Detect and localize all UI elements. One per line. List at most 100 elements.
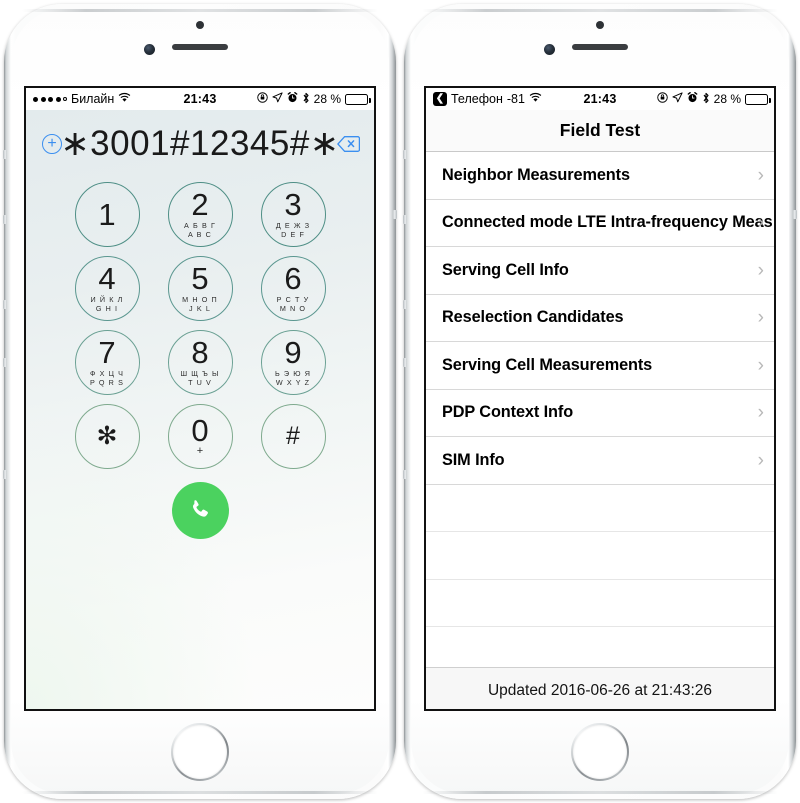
volume-down-button[interactable] — [403, 300, 407, 309]
key-digit: # — [286, 422, 300, 450]
chevron-right-icon: › — [757, 164, 764, 186]
battery-icon — [745, 93, 771, 105]
list-item-pdp-context-info[interactable]: PDP Context Info › — [426, 389, 774, 437]
battery-icon — [345, 93, 371, 105]
list-item-reselection-candidates[interactable]: Reselection Candidates › — [426, 294, 774, 342]
list-item-connected-mode-lte[interactable]: Connected mode LTE Intra-frequency Meas … — [426, 199, 774, 247]
location-arrow-icon — [272, 92, 283, 106]
key-8[interactable]: 8 Ш Щ Ъ Ы T U V — [167, 330, 233, 395]
key-5[interactable]: 5 М Н О П J K L — [167, 256, 233, 321]
status-bar-right: ❮ Телефон -81 21:43 28 % — [426, 88, 774, 110]
key-0[interactable]: 0 + — [167, 404, 233, 469]
list-item-label: Serving Cell Measurements — [442, 355, 653, 374]
number-field[interactable]: + ∗3001#12345#∗ — [26, 110, 374, 178]
volume-down-button[interactable] — [3, 300, 7, 309]
list-item-sim-info[interactable]: SIM Info › — [426, 437, 774, 485]
key-2[interactable]: 2 А Б В Г A B C — [167, 182, 233, 247]
chevron-right-icon: › — [757, 354, 764, 376]
sim-tray-left — [3, 358, 7, 367]
key-letters: Д Е Ж З D E F — [276, 221, 310, 239]
key-3[interactable]: 3 Д Е Ж З D E F — [260, 182, 326, 247]
list-item-neighbor-measurements[interactable]: Neighbor Measurements › — [426, 152, 774, 200]
status-bar-right-group: 28 % — [656, 91, 771, 107]
field-test-list: Neighbor Measurements › Connected mode L… — [426, 152, 774, 709]
key-star[interactable]: ✻ — [74, 404, 140, 469]
key-letters-latin: W X Y Z — [275, 377, 311, 387]
empty-row — [426, 485, 774, 532]
battery-percent-label: 28 % — [713, 92, 741, 106]
key-letters-cyrillic: Ш Щ Ъ Ы — [180, 368, 220, 378]
phone-handset-icon — [192, 500, 208, 517]
power-button[interactable] — [393, 210, 397, 219]
phone-right-bottom-edge — [422, 791, 778, 794]
silent-switch[interactable] — [3, 150, 7, 159]
key-hash[interactable]: # — [260, 404, 326, 469]
phone-right-screen: ❮ Телефон -81 21:43 28 % Field Test Neig… — [424, 86, 776, 711]
home-button[interactable] — [571, 723, 629, 781]
silent-switch[interactable] — [403, 150, 407, 159]
key-7[interactable]: 7 Ф Х Ц Ч P Q R S — [74, 330, 140, 395]
backspace-delete-icon[interactable] — [337, 136, 361, 153]
key-letters-latin: P Q R S — [90, 377, 124, 387]
earpiece-speaker — [572, 44, 628, 50]
key-digit: 6 — [284, 261, 302, 297]
phone-left-top-edge — [22, 9, 378, 12]
key-letters-latin: M N O — [279, 303, 307, 313]
chevron-right-icon: › — [757, 307, 764, 329]
call-button[interactable] — [171, 482, 229, 539]
phone-right-top-edge — [422, 9, 778, 12]
volume-up-button[interactable] — [403, 215, 407, 224]
call-row — [171, 482, 229, 539]
list-item-serving-cell-info[interactable]: Serving Cell Info › — [426, 247, 774, 295]
key-digit: 0 — [191, 412, 209, 448]
list-item-label: Reselection Candidates — [442, 308, 624, 327]
power-button[interactable] — [793, 210, 797, 219]
key-letters: Ь Э Ю Я W X Y Z — [275, 369, 311, 387]
front-camera-icon — [544, 44, 555, 55]
key-9[interactable]: 9 Ь Э Ю Я W X Y Z — [260, 330, 326, 395]
rotation-lock-icon — [256, 92, 268, 106]
chevron-right-icon: › — [757, 449, 764, 471]
dialed-number: ∗3001#12345#∗ — [60, 124, 340, 163]
page-title: Field Test — [559, 120, 641, 140]
empty-row — [426, 580, 774, 627]
battery-percent-label: 28 % — [313, 92, 341, 106]
key-letters-latin: A B C — [188, 229, 212, 239]
key-digit: ✻ — [96, 422, 118, 450]
field-test-screen: Field Test Neighbor Measurements › Conne… — [426, 110, 774, 709]
updated-timestamp: Updated 2016-06-26 at 21:43:26 — [487, 681, 713, 699]
key-letters-cyrillic: М Н О П — [182, 294, 218, 304]
list-item-label: PDP Context Info — [442, 403, 574, 422]
key-1[interactable]: 1 — [74, 182, 140, 247]
key-letters-latin: G H I — [95, 303, 119, 313]
antenna-line-right — [403, 470, 407, 479]
keypad-row-3: 7 Ф Х Ц Ч P Q R S 8 Ш Щ Ъ Ы T U V 9 Ь Э … — [74, 330, 326, 395]
key-letters-cyrillic: Р С Т У — [276, 294, 310, 304]
proximity-sensor — [596, 21, 604, 29]
rotation-lock-icon — [656, 92, 668, 106]
volume-up-button[interactable] — [3, 215, 7, 224]
list-item-label: SIM Info — [442, 450, 505, 469]
key-digit: 9 — [284, 335, 302, 371]
chevron-right-icon: › — [757, 402, 764, 424]
key-6[interactable]: 6 Р С Т У M N O — [260, 256, 326, 321]
bluetooth-icon — [702, 92, 710, 107]
navigation-bar: Field Test — [426, 110, 774, 152]
key-letters-latin: T U V — [188, 377, 212, 387]
dialer-screen: + ∗3001#12345#∗ 1 2 А Б В Г A B C 3 Д Е … — [26, 110, 374, 709]
list-item-serving-cell-measurements[interactable]: Serving Cell Measurements › — [426, 342, 774, 390]
keypad: 1 2 А Б В Г A B C 3 Д Е Ж З D E F 4 И Й … — [26, 178, 374, 709]
alarm-clock-icon — [287, 91, 298, 106]
key-letters: А Б В Г A B C — [184, 221, 216, 239]
key-letters: Ф Х Ц Ч P Q R S — [90, 369, 124, 387]
key-4[interactable]: 4 И Й К Л G H I — [74, 256, 140, 321]
location-arrow-icon — [672, 92, 683, 106]
phone-right: ❮ Телефон -81 21:43 28 % Field Test Neig… — [400, 0, 800, 803]
key-digit: 8 — [191, 335, 209, 371]
circled-plus-icon[interactable]: + — [42, 134, 62, 154]
bluetooth-icon — [302, 92, 310, 107]
key-letters-cyrillic: Ф Х Ц Ч — [89, 368, 125, 378]
key-letters-latin: J K L — [189, 303, 211, 313]
home-button[interactable] — [171, 723, 229, 781]
empty-row — [426, 532, 774, 580]
